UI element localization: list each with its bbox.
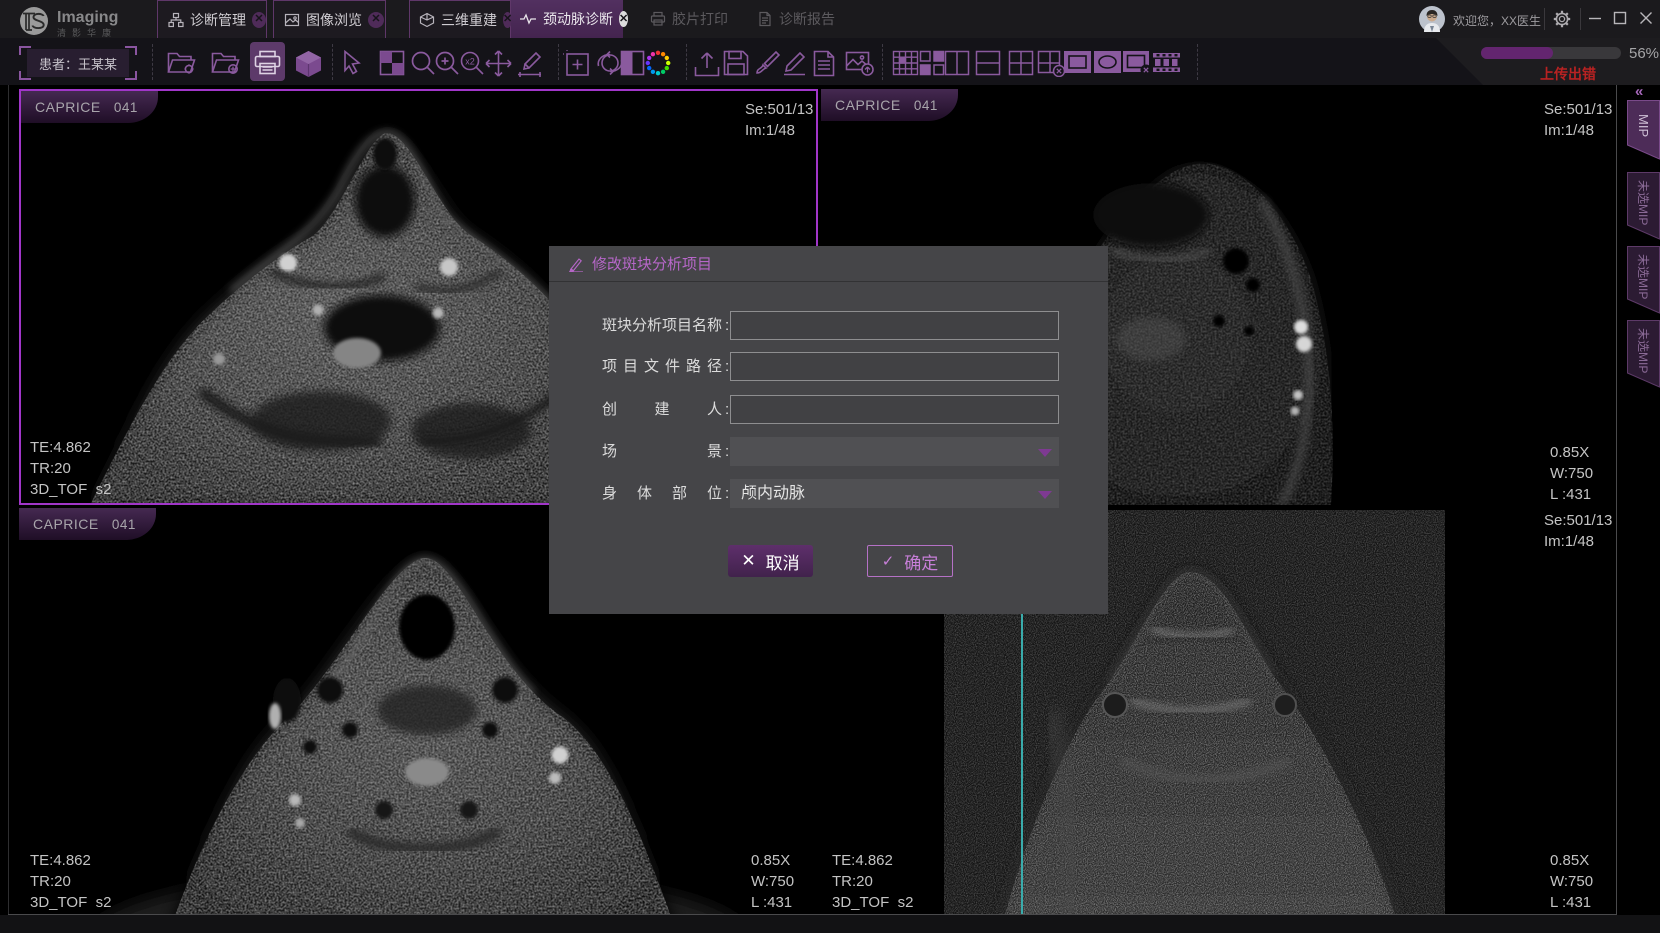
svg-text:x2: x2 [465, 57, 475, 67]
